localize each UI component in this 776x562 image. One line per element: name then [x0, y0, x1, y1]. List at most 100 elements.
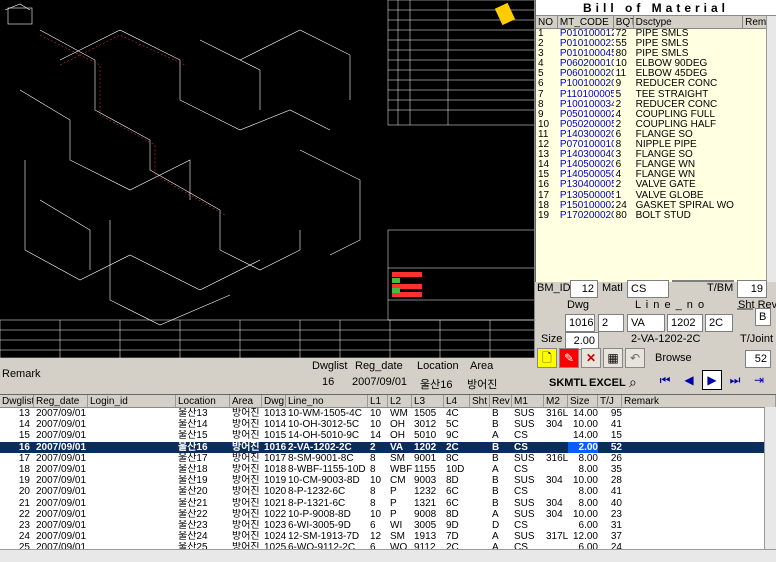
grid-col-header[interactable]: M1 [512, 395, 544, 407]
dwg-field[interactable]: 1016 [565, 314, 595, 332]
delete-button[interactable]: ✕ [581, 348, 601, 368]
table-row[interactable]: 22 2007/09/01 울산22 방어진 1022 10-P-9008-8D 10 P 90… [0, 508, 776, 520]
sht-field[interactable] [737, 308, 753, 310]
save-button[interactable]: ✎ [559, 348, 579, 368]
grid-cell: 304 [546, 419, 563, 431]
bom-cell: FLANGE SO [635, 150, 693, 161]
bom-row[interactable]: 9 P050100002 4 COUPLING FULL [536, 110, 776, 120]
bom-row[interactable]: 3 P010100045 80 PIPE SMLS [536, 49, 776, 59]
grid-col-header[interactable]: M2 [544, 395, 568, 407]
bom-cell: 72 [615, 29, 627, 39]
grid-cell: VA [390, 441, 404, 453]
bom-cell: 2 [538, 39, 544, 50]
skmtl-button[interactable]: SKMTL [549, 377, 587, 389]
grid-horizontal-scrollbar[interactable] [0, 549, 776, 562]
bom-list[interactable]: 1 P010100012 72 PIPE SMLS 2 P010100023 55 PIPE … [536, 29, 776, 221]
grid-cell: 방어진 [232, 486, 260, 498]
bom-row[interactable]: 11 P140300020 6 FLANGE SO [536, 130, 776, 140]
table-row[interactable]: 21 2007/09/01 울산21 방어진 1021 8-P-1321-6C 8 P 1321… [0, 497, 776, 509]
binoculars-icon[interactable]: ⌕ [629, 374, 637, 391]
bom-col-dsctype[interactable]: Dsctype [634, 16, 744, 28]
grid-col-header[interactable]: Area [230, 395, 262, 407]
bom-scrollbar[interactable] [766, 16, 776, 282]
grid-col-header[interactable]: Line_no [286, 395, 368, 407]
table-row[interactable]: 23 2007/09/01 울산23 방어진 1023 6-WI-3005-9D 6 WI 30… [0, 519, 776, 532]
grid-col-header[interactable]: Size [568, 395, 598, 407]
bom-row[interactable]: 8 P100100034 2 REDUCER CONC [536, 100, 776, 110]
table-row[interactable]: 17 2007/09/01 울산17 방어진 1017 8-SM-9001-8C 8 SM 90… [0, 452, 776, 464]
grid-col-header[interactable]: Dwg [262, 395, 286, 407]
grid-cell [622, 531, 776, 542]
bom-row[interactable]: 17 P130500005 1 VALVE GLOBE [536, 191, 776, 201]
bm-id-field[interactable]: 12 [570, 280, 598, 298]
grid-col-header[interactable]: L4 [444, 395, 470, 407]
grid-cell: OH [390, 419, 405, 431]
bom-row[interactable]: 16 P130400005 2 VALVE GATE [536, 180, 776, 190]
bom-cell: 3 [615, 150, 622, 161]
l3-field[interactable]: 1202 [667, 314, 703, 332]
table-row[interactable]: 20 2007/09/01 울산20 방어진 1020 8-P-1232-6C 8 P 1232… [0, 486, 776, 498]
grid-col-header[interactable]: L2 [388, 395, 412, 407]
grid-cell: 10.00 [568, 475, 598, 487]
grid-col-header[interactable]: Sht [470, 395, 490, 407]
drawing-list-grid[interactable]: Dwglist Reg_date Login_id Location Area Dwg Li… [0, 394, 776, 562]
new-file-button[interactable]: 🗋 [537, 348, 557, 368]
bom-row[interactable]: 2 P010100023 55 PIPE SMLS [536, 39, 776, 49]
excel-button[interactable]: EXCEL [589, 377, 626, 389]
bom-row[interactable]: 14 P140500020 6 FLANGE WN [536, 160, 776, 170]
grid-col-header[interactable]: Location [176, 395, 230, 407]
cad-drawing-viewer[interactable] [0, 0, 535, 358]
l2-field[interactable]: VA [627, 314, 665, 332]
table-row[interactable]: 16 2007/09/01 울산16 방어진 1016 2-VA-1202-2C 2 VA 12… [0, 441, 776, 453]
bom-row[interactable]: 5 P060100020 11 ELBOW 45DEG [536, 69, 776, 79]
grid-vertical-scrollbar[interactable] [764, 407, 776, 549]
l1-field[interactable]: 2 [598, 314, 624, 332]
table-row[interactable]: 24 2007/09/01 울산24 방어진 1024 12-SM-1913-7D 12 SM… [0, 531, 776, 543]
grid-col-header[interactable]: Dwglist [0, 395, 34, 407]
l4-field[interactable]: 2C [705, 314, 733, 332]
bom-row[interactable]: 10 P050200005 2 COUPLING HALF [536, 120, 776, 130]
grid-col-header[interactable]: Rev [490, 395, 512, 407]
prev-record-button[interactable]: ◀ [679, 371, 699, 391]
grid-button[interactable]: ▦ [603, 348, 623, 368]
grid-cell: 5C [446, 419, 459, 431]
bom-row[interactable]: 6 P100100020 9 REDUCER CONC [536, 79, 776, 89]
grid-col-header[interactable]: Remark [622, 395, 776, 407]
bom-row[interactable]: 13 P140300040 3 FLANGE SO [536, 150, 776, 160]
bom-row[interactable]: 15 P140500050 4 FLANGE WN [536, 170, 776, 180]
grid-col-header[interactable]: L1 [368, 395, 388, 407]
table-row[interactable]: 13 2007/09/01 울산13 방어진 1013 10-WM-1505-4C 10 WM… [0, 408, 776, 420]
tbm-field[interactable]: 19 [737, 280, 767, 298]
bom-row[interactable]: 18 P150100002 24 GASKET SPIRAL WO [536, 201, 776, 211]
grid-col-header[interactable]: T/J [598, 395, 622, 407]
grid-body[interactable]: 13 2007/09/01 울산13 방어진 1013 10-WM-1505-4C 10 WM… [0, 408, 776, 554]
matl-field[interactable]: CS [627, 280, 669, 298]
bom-cell: FLANGE SO [635, 129, 693, 140]
last-record-button[interactable]: ⏭ [725, 371, 745, 391]
undo-button[interactable]: ↶ [625, 348, 645, 368]
table-row[interactable]: 19 2007/09/01 울산19 방어진 1019 10-CM-9003-8D 10 CM… [0, 475, 776, 487]
table-row[interactable]: 15 2007/09/01 울산15 방어진 1015 14-OH-5010-9C 14 OH… [0, 430, 776, 442]
browse-button[interactable]: Browse [655, 352, 692, 364]
bom-row[interactable]: 4 P060200010 10 ELBOW 90DEG [536, 59, 776, 69]
rev-field[interactable]: B [755, 308, 771, 326]
grid-col-header[interactable]: Login_id [88, 395, 176, 407]
exit-button[interactable]: ⇥ [749, 371, 769, 391]
bom-cell: 80 [615, 49, 627, 60]
bom-col-no[interactable]: NO [536, 16, 558, 28]
bom-row[interactable]: 7 P110100005 5 TEE STRAIGHT [536, 90, 776, 100]
bom-col-mt-code[interactable]: MT_CODE [558, 16, 614, 28]
bom-header: NO MT_CODE BQTY Dsctype Remark [536, 16, 776, 29]
bom-col-bqty[interactable]: BQTY [614, 16, 634, 28]
bill-of-material-panel: Bill of Material NO MT_CODE BQTY Dsctype… [535, 0, 776, 282]
next-record-button[interactable]: ▶ [702, 370, 722, 390]
grid-col-header[interactable]: Reg_date [34, 395, 88, 407]
bom-row[interactable]: 1 P010100012 72 PIPE SMLS [536, 29, 776, 39]
grid-col-header[interactable]: L3 [412, 395, 444, 407]
table-row[interactable]: 18 2007/09/01 울산18 방어진 1018 8-WBF-1155-10D 8 WB… [0, 463, 776, 476]
bom-row[interactable]: 12 P070100010 8 NIPPLE PIPE [536, 140, 776, 150]
table-row[interactable]: 14 2007/09/01 울산14 방어진 1014 10-OH-3012-5C 10 OH… [0, 419, 776, 431]
first-record-button[interactable]: ⏮ [655, 371, 675, 391]
bom-row[interactable]: 19 P170200020 80 BOLT STUD [536, 211, 776, 221]
tjoint-field[interactable]: 52 [745, 350, 771, 368]
